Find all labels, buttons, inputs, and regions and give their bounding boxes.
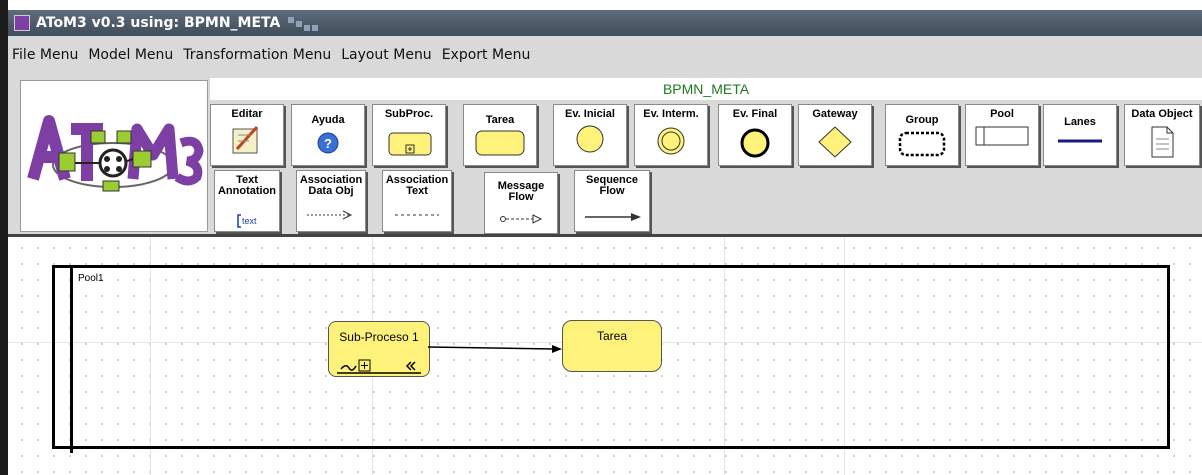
text-annotation-icon-text: text — [242, 216, 257, 226]
menu-layout[interactable]: Layout Menu — [336, 47, 436, 63]
text-annotation-button[interactable]: Text Annotation text — [214, 170, 280, 232]
association-text-button[interactable]: Association Text — [382, 170, 452, 232]
menu-bar: File Menu Model Menu Transformation Menu… — [8, 36, 1202, 74]
sequence-flow-icon — [585, 213, 641, 221]
app-icon — [14, 15, 30, 31]
svg-text:?: ? — [324, 136, 332, 151]
sequence-flow-connector[interactable] — [428, 340, 568, 360]
subproc-button[interactable]: SubProc. — [372, 104, 446, 166]
pool-icon — [975, 126, 1029, 146]
ev-inicial-button[interactable]: Ev. Inicial — [553, 104, 627, 166]
menu-file[interactable]: File Menu — [8, 47, 83, 63]
gateway-button[interactable]: Gateway — [798, 104, 872, 166]
pool-button[interactable]: Pool — [965, 104, 1039, 166]
window-title: AToM3 v0.3 using: BPMN_META — [36, 15, 281, 31]
subprocess-label: Sub-Proceso 1 — [339, 330, 419, 344]
title-bar[interactable]: AToM3 v0.3 using: BPMN_META — [8, 10, 1202, 36]
pool-lane-separator — [70, 265, 73, 453]
association-dataobj-icon — [307, 210, 353, 220]
toolbar-area: BPMN_META Editar Ayuda ? SubProc. Tarea … — [8, 74, 1202, 234]
ev-interm-button[interactable]: Ev. Interm. — [634, 104, 708, 166]
menu-export[interactable]: Export Menu — [437, 47, 536, 63]
ayuda-button[interactable]: Ayuda ? — [291, 104, 365, 166]
subprocess-markers-icon — [337, 359, 421, 374]
task-label: Tarea — [596, 329, 628, 343]
meta-model-title: BPMN_META — [210, 78, 1202, 100]
data-object-button[interactable]: Data Object — [1124, 104, 1200, 166]
end-event-icon — [740, 128, 770, 158]
group-button[interactable]: Group — [885, 104, 959, 166]
message-flow-icon — [500, 214, 543, 224]
lanes-button[interactable]: Lanes — [1043, 104, 1117, 166]
message-flow-button[interactable]: Message Flow — [484, 172, 558, 234]
tarea-button[interactable]: Tarea — [463, 104, 537, 166]
canvas-top-border — [8, 234, 1202, 237]
sequence-flow-button[interactable]: Sequence Flow — [574, 170, 650, 232]
subprocess-icon — [388, 132, 432, 156]
task-icon — [475, 130, 525, 156]
menu-model[interactable]: Model Menu — [83, 47, 178, 63]
group-icon — [898, 131, 946, 157]
association-text-icon — [395, 214, 439, 216]
ev-final-button[interactable]: Ev. Final — [718, 104, 792, 166]
start-event-icon — [576, 125, 604, 153]
title-decoration-icon — [288, 15, 322, 31]
editar-button[interactable]: Editar — [210, 104, 284, 166]
edit-icon — [232, 125, 259, 154]
lanes-icon — [1058, 139, 1102, 143]
data-object-icon — [1151, 126, 1174, 158]
window-left-border — [0, 0, 8, 475]
logo-graphic-icon — [27, 115, 204, 192]
help-icon: ? — [317, 132, 339, 154]
pool-label: Pool1 — [78, 273, 104, 284]
intermediate-event-icon — [657, 127, 685, 155]
gateway-icon — [818, 126, 852, 158]
atom3-logo — [20, 80, 208, 232]
subprocess-shape[interactable]: Sub-Proceso 1 — [328, 321, 430, 377]
window-top-border — [0, 0, 1202, 10]
association-dataobj-button[interactable]: Association Data Obj — [296, 170, 366, 232]
task-shape[interactable]: Tarea — [562, 320, 662, 372]
menu-transformation[interactable]: Transformation Menu — [178, 47, 336, 63]
